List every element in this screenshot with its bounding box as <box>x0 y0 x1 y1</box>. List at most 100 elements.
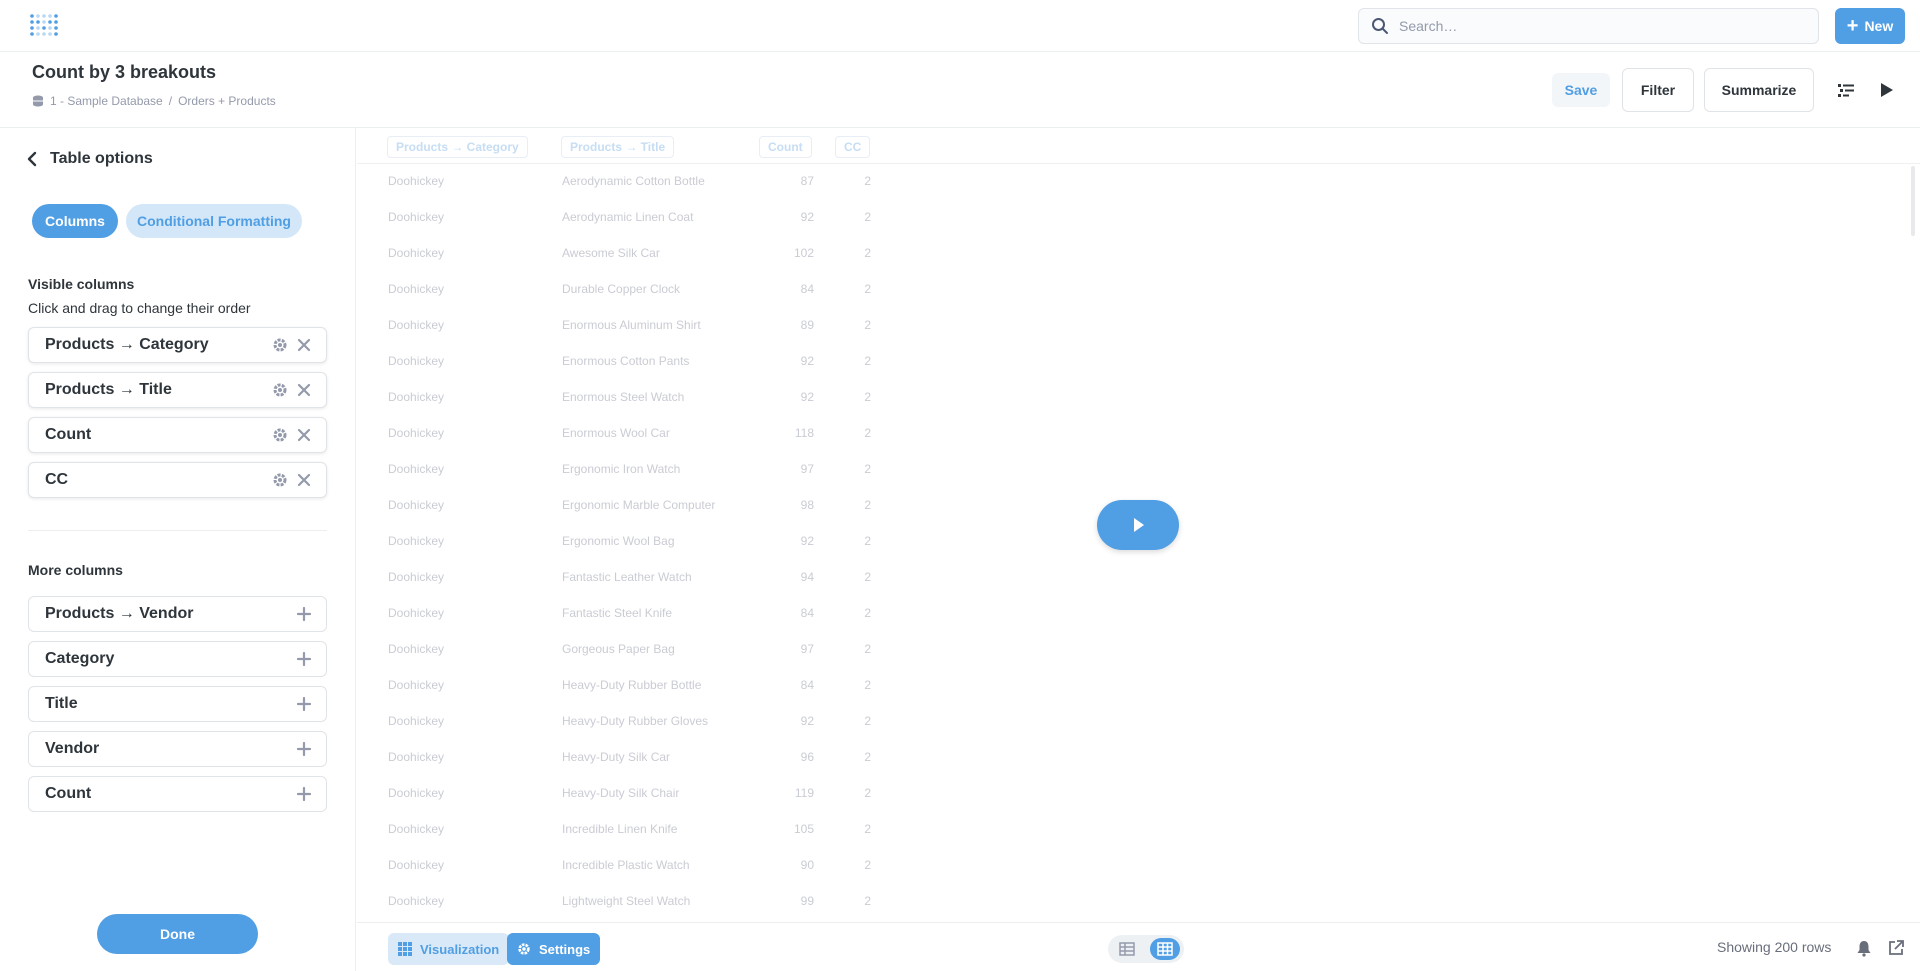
table-cell[interactable]: Doohickey <box>388 210 444 224</box>
raw-table-toggle[interactable] <box>1112 938 1142 960</box>
close-icon[interactable] <box>296 427 312 443</box>
table-cell[interactable]: 2 <box>827 354 871 368</box>
table-cell[interactable]: 90 <box>752 858 814 872</box>
filter-button[interactable]: Filter <box>1622 68 1694 112</box>
more-column-item[interactable]: Title <box>28 686 327 722</box>
bell-icon[interactable] <box>1855 939 1873 957</box>
table-cell[interactable]: Doohickey <box>388 570 444 584</box>
table-cell[interactable]: 2 <box>827 426 871 440</box>
table-cell[interactable]: Doohickey <box>388 714 444 728</box>
table-cell[interactable]: 2 <box>827 822 871 836</box>
table-cell[interactable]: Enormous Wool Car <box>562 426 670 440</box>
table-cell[interactable]: Enormous Steel Watch <box>562 390 684 404</box>
notebook-editor-icon[interactable] <box>1836 80 1856 100</box>
search-bar[interactable] <box>1358 8 1819 44</box>
search-input[interactable] <box>1399 18 1799 34</box>
table-cell[interactable]: 87 <box>752 174 814 188</box>
settings-button[interactable]: Settings <box>507 933 601 965</box>
table-cell[interactable]: 84 <box>752 282 814 296</box>
add-icon[interactable] <box>296 786 312 802</box>
vertical-scrollbar[interactable] <box>1911 166 1915 236</box>
table-cell[interactable]: Fantastic Steel Knife <box>562 606 672 620</box>
gear-icon[interactable] <box>272 472 288 488</box>
add-icon[interactable] <box>296 606 312 622</box>
table-cell[interactable]: Aerodynamic Cotton Bottle <box>562 174 705 188</box>
table-cell[interactable]: 2 <box>827 570 871 584</box>
page-title[interactable]: Count by 3 breakouts <box>32 62 216 83</box>
visible-column-item[interactable]: Products → Title <box>28 372 327 408</box>
table-cell[interactable]: 2 <box>827 390 871 404</box>
table-cell[interactable]: 2 <box>827 642 871 656</box>
table-cell[interactable]: Doohickey <box>388 354 444 368</box>
table-cell[interactable]: 105 <box>752 822 814 836</box>
add-icon[interactable] <box>296 651 312 667</box>
table-cell[interactable]: Incredible Linen Knife <box>562 822 677 836</box>
run-query-button[interactable] <box>1097 500 1179 550</box>
column-header[interactable]: Count <box>759 136 812 158</box>
table-cell[interactable]: 92 <box>752 714 814 728</box>
close-icon[interactable] <box>296 382 312 398</box>
table-cell[interactable]: 2 <box>827 750 871 764</box>
close-icon[interactable] <box>296 337 312 353</box>
visible-column-item[interactable]: Products → Category <box>28 327 327 363</box>
table-cell[interactable]: Doohickey <box>388 498 444 512</box>
table-cell[interactable]: 92 <box>752 210 814 224</box>
more-column-item[interactable]: Vendor <box>28 731 327 767</box>
table-cell[interactable]: Doohickey <box>388 390 444 404</box>
table-cell[interactable]: Heavy-Duty Silk Car <box>562 750 670 764</box>
table-cell[interactable]: Doohickey <box>388 534 444 548</box>
more-column-item[interactable]: Products → Vendor <box>28 596 327 632</box>
new-button[interactable]: + New <box>1835 8 1905 44</box>
table-cell[interactable]: 84 <box>752 678 814 692</box>
table-cell[interactable]: 94 <box>752 570 814 584</box>
table-cell[interactable]: Doohickey <box>388 282 444 296</box>
table-cell[interactable]: Ergonomic Marble Computer <box>562 498 715 512</box>
run-query-icon[interactable] <box>1876 80 1896 100</box>
table-cell[interactable]: 2 <box>827 606 871 620</box>
table-cell[interactable]: Ergonomic Wool Bag <box>562 534 675 548</box>
save-button[interactable]: Save <box>1552 73 1610 107</box>
table-cell[interactable]: 92 <box>752 354 814 368</box>
table-cell[interactable]: Doohickey <box>388 822 444 836</box>
table-cell[interactable]: 2 <box>827 786 871 800</box>
visible-column-item[interactable]: Count <box>28 417 327 453</box>
share-icon[interactable] <box>1887 939 1905 957</box>
table-cell[interactable]: 2 <box>827 534 871 548</box>
back-to-table-options[interactable]: Table options <box>26 150 153 168</box>
table-cell[interactable]: 97 <box>752 462 814 476</box>
column-header[interactable]: Products → Title <box>561 136 675 158</box>
table-cell[interactable]: Ergonomic Iron Watch <box>562 462 680 476</box>
metabase-logo-icon[interactable] <box>28 12 60 40</box>
table-cell[interactable]: Incredible Plastic Watch <box>562 858 690 872</box>
tab-conditional-formatting[interactable]: Conditional Formatting <box>126 204 302 238</box>
visible-column-item[interactable]: CC <box>28 462 327 498</box>
table-cell[interactable]: Doohickey <box>388 750 444 764</box>
table-cell[interactable]: 2 <box>827 858 871 872</box>
table-cell[interactable]: Enormous Cotton Pants <box>562 354 689 368</box>
table-cell[interactable]: Doohickey <box>388 642 444 656</box>
table-cell[interactable]: Doohickey <box>388 858 444 872</box>
table-cell[interactable]: Doohickey <box>388 606 444 620</box>
table-cell[interactable]: Doohickey <box>388 318 444 332</box>
table-cell[interactable]: 84 <box>752 606 814 620</box>
table-cell[interactable]: Aerodynamic Linen Coat <box>562 210 693 224</box>
more-column-item[interactable]: Category <box>28 641 327 677</box>
table-view-toggle[interactable] <box>1108 935 1184 963</box>
table-cell[interactable]: 2 <box>827 462 871 476</box>
table-cell[interactable]: Doohickey <box>388 678 444 692</box>
close-icon[interactable] <box>296 472 312 488</box>
table-cell[interactable]: Doohickey <box>388 174 444 188</box>
table-cell[interactable]: 2 <box>827 678 871 692</box>
gear-icon[interactable] <box>272 382 288 398</box>
table-cell[interactable]: 2 <box>827 714 871 728</box>
table-cell[interactable]: Doohickey <box>388 246 444 260</box>
visualization-button[interactable]: Visualization <box>388 933 510 965</box>
table-cell[interactable]: 92 <box>752 534 814 548</box>
table-cell[interactable]: 99 <box>752 894 814 908</box>
table-cell[interactable]: Awesome Silk Car <box>562 246 660 260</box>
table-cell[interactable]: Durable Copper Clock <box>562 282 680 296</box>
table-cell[interactable]: Gorgeous Paper Bag <box>562 642 675 656</box>
table-cell[interactable]: Doohickey <box>388 462 444 476</box>
gear-icon[interactable] <box>272 337 288 353</box>
tab-columns[interactable]: Columns <box>32 204 118 238</box>
